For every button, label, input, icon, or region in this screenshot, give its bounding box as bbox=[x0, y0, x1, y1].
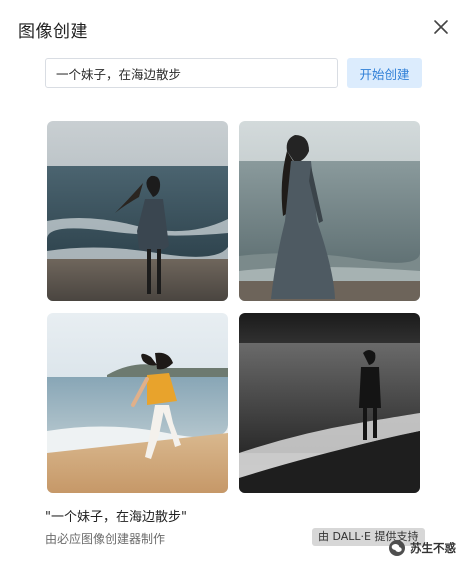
dialog-title: 图像创建 bbox=[18, 22, 88, 42]
generated-image-1[interactable] bbox=[47, 121, 228, 301]
maker-label: 由必应图像创建器制作 bbox=[45, 532, 166, 546]
generated-image-2[interactable] bbox=[239, 121, 420, 301]
result-caption: "一个妹子，在海边散步" bbox=[45, 510, 187, 525]
start-create-button[interactable]: 开始创建 bbox=[347, 58, 422, 88]
watermark: 苏生不惑 bbox=[388, 537, 456, 559]
generated-image-3[interactable] bbox=[47, 313, 228, 493]
watermark-text: 苏生不惑 bbox=[410, 541, 456, 555]
generated-image-4[interactable] bbox=[239, 313, 420, 493]
close-icon[interactable] bbox=[430, 16, 452, 38]
prompt-input[interactable] bbox=[45, 58, 338, 88]
wechat-icon bbox=[389, 540, 405, 556]
image-create-dialog: 图像创建 开始创建 bbox=[0, 0, 474, 570]
